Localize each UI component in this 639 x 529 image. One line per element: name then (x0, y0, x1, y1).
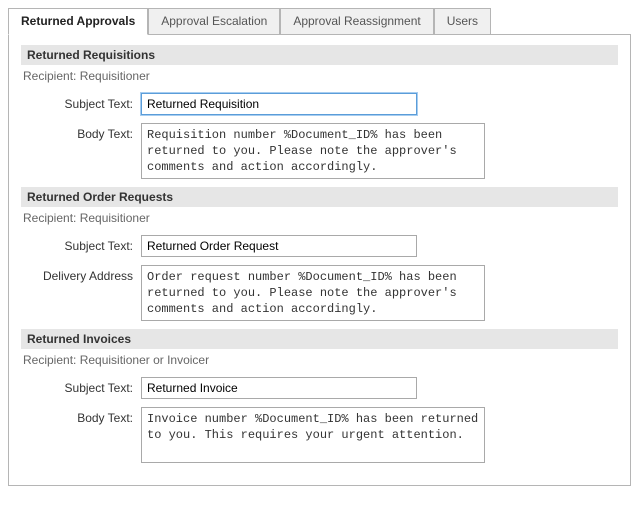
tab-users[interactable]: Users (434, 8, 491, 34)
recipient-invoices: Recipient: Requisitioner or Invoicer (21, 349, 618, 377)
textarea-body-order-requests[interactable] (141, 265, 485, 321)
label-body-invoices: Body Text: (21, 407, 141, 425)
recipient-label: Recipient: (23, 69, 80, 83)
textarea-body-requisitions[interactable] (141, 123, 485, 179)
recipient-value: Requisitioner or Invoicer (80, 353, 209, 367)
tab-returned-approvals[interactable]: Returned Approvals (8, 8, 148, 35)
section-header-invoices: Returned Invoices (21, 329, 618, 349)
tab-panel-returned-approvals: Returned Requisitions Recipient: Requisi… (8, 34, 631, 486)
label-body-requisitions: Body Text: (21, 123, 141, 141)
recipient-label: Recipient: (23, 353, 80, 367)
label-subject-invoices: Subject Text: (21, 377, 141, 395)
textarea-body-invoices[interactable] (141, 407, 485, 463)
tab-strip: Returned Approvals Approval Escalation A… (8, 8, 631, 34)
recipient-value: Requisitioner (80, 211, 150, 225)
section-header-order-requests: Returned Order Requests (21, 187, 618, 207)
label-subject-order-requests: Subject Text: (21, 235, 141, 253)
tab-approval-reassignment[interactable]: Approval Reassignment (280, 8, 433, 34)
label-delivery-address: Delivery Address (21, 265, 141, 283)
label-subject-requisitions: Subject Text: (21, 93, 141, 111)
input-subject-invoices[interactable] (141, 377, 417, 399)
input-subject-order-requests[interactable] (141, 235, 417, 257)
recipient-order-requests: Recipient: Requisitioner (21, 207, 618, 235)
recipient-label: Recipient: (23, 211, 80, 225)
input-subject-requisitions[interactable] (141, 93, 417, 115)
recipient-requisitions: Recipient: Requisitioner (21, 65, 618, 93)
section-header-requisitions: Returned Requisitions (21, 45, 618, 65)
tab-approval-escalation[interactable]: Approval Escalation (148, 8, 280, 34)
recipient-value: Requisitioner (80, 69, 150, 83)
